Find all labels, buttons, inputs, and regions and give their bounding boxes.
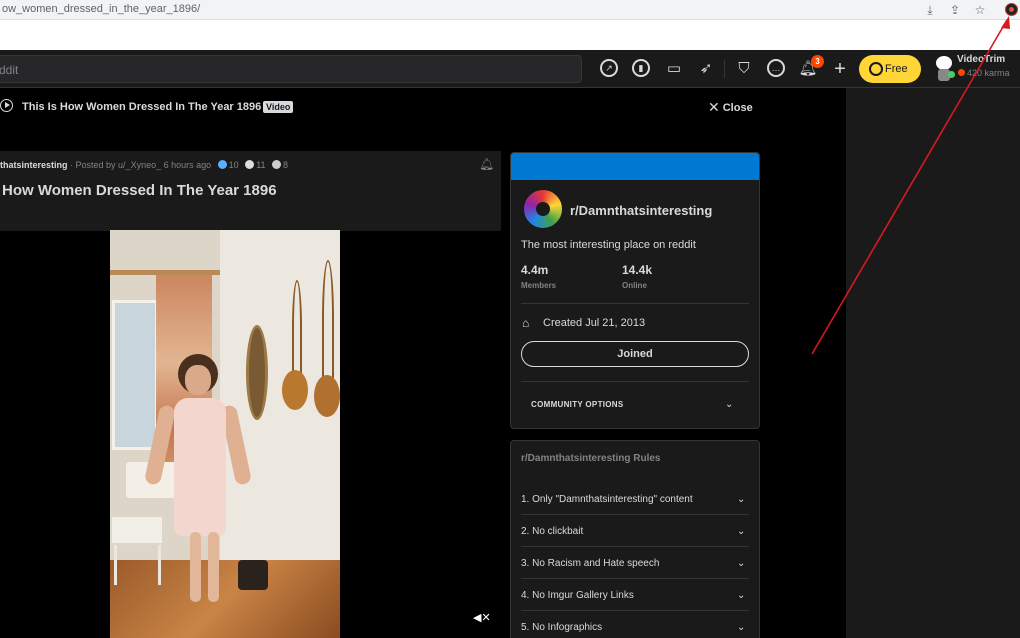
extension-icon[interactable] — [1005, 3, 1018, 16]
chevron-down-icon: ⌄ — [737, 558, 746, 569]
karma-text: 420 karma — [967, 68, 1010, 78]
members-label: Members — [521, 281, 557, 290]
right-gutter — [846, 88, 1020, 638]
frame-floor — [110, 560, 340, 638]
username[interactable]: VideoTrim — [957, 54, 1005, 65]
created-date: Created Jul 21, 2013 — [543, 317, 646, 329]
chevron-down-icon: ⌄ — [737, 590, 746, 601]
rule-text: 2. No clickbait — [521, 526, 584, 537]
award-count-1: 10 — [228, 160, 239, 170]
search-placeholder: ddit — [0, 63, 19, 77]
frame-mirror — [246, 325, 268, 420]
frame-chair-leg — [158, 545, 161, 585]
rule-text: 3. No Racism and Hate speech — [521, 558, 660, 569]
rule-text: 1. Only "Damnthatsinteresting" content — [521, 494, 693, 505]
plus-icon[interactable]: + — [830, 59, 850, 79]
post-bar-title: This Is How Women Dressed In The Year 18… — [22, 101, 262, 113]
post-author-time: · Posted by u/_Xyneo_ 6 hours ago — [70, 160, 212, 170]
close-label: Close — [722, 102, 753, 114]
frame-chair-leg — [114, 545, 117, 585]
post-title: How Women Dressed In The Year 1896 — [2, 182, 277, 199]
chat-icon[interactable]: … — [767, 59, 785, 77]
bookmark-star-icon[interactable]: ☆ — [972, 2, 988, 18]
header-divider — [724, 60, 725, 78]
video-tag: Video — [263, 101, 294, 113]
community-options[interactable]: COMMUNITY OPTIONS — [531, 400, 624, 409]
share-icon[interactable]: ⇪ — [947, 2, 963, 18]
award-icon — [272, 160, 282, 169]
screen: ow_women_dressed_in_the_year_1896/ ⤓ ⇪ ☆… — [0, 0, 1020, 638]
frame-chair — [110, 515, 164, 545]
chevron-down-icon: ⌄ — [737, 622, 746, 633]
community-description: The most interesting place on reddit — [521, 239, 696, 251]
karma-icon — [958, 69, 965, 76]
cake-icon: ⌂ — [522, 316, 530, 330]
award-icon — [217, 160, 227, 169]
premium-free-button[interactable]: Free — [859, 55, 921, 83]
award-count-3: 8 — [283, 160, 289, 170]
avatar-head — [936, 56, 952, 70]
frame-window — [112, 300, 158, 450]
rule-item[interactable]: 1. Only "Damnthatsinteresting" content ⌄ — [521, 483, 749, 515]
award-count-2: 11 — [256, 160, 266, 170]
joined-button[interactable]: Joined — [521, 341, 749, 367]
frame-bag-strap — [292, 280, 302, 375]
url-text[interactable]: ow_women_dressed_in_the_year_1896/ — [2, 3, 200, 15]
video-play-icon — [0, 99, 13, 112]
community-name[interactable]: r/Damnthatsinteresting — [570, 203, 712, 218]
frame-person-dress — [174, 398, 226, 536]
browser-url-bar[interactable]: ow_women_dressed_in_the_year_1896/ ⤓ ⇪ ☆ — [0, 0, 1020, 20]
award-icon — [245, 160, 255, 169]
community-card: r/Damnthatsinteresting The most interest… — [510, 152, 760, 429]
divider — [521, 303, 749, 304]
frame-bag-strap — [322, 260, 334, 378]
community-banner — [511, 153, 759, 180]
rule-text: 4. No Imgur Gallery Links — [521, 590, 634, 601]
mute-icon[interactable]: ◀✕ — [473, 611, 491, 625]
rule-item[interactable]: 2. No clickbait ⌄ — [521, 515, 749, 547]
chevron-down-icon: ⌄ — [737, 494, 746, 505]
rules-title: r/Damnthatsinteresting Rules — [521, 453, 661, 464]
notification-badge: 3 — [811, 55, 824, 68]
post-subreddit[interactable]: thatsinteresting — [0, 160, 68, 170]
online-indicator — [948, 71, 955, 78]
popular-icon[interactable]: ↗ — [600, 59, 618, 77]
rule-item[interactable]: 3. No Racism and Hate speech ⌄ — [521, 547, 749, 579]
rule-item[interactable]: 4. No Imgur Gallery Links ⌄ — [521, 579, 749, 611]
rocket-icon[interactable]: ➶ — [696, 59, 716, 79]
video-frame[interactable] — [110, 230, 340, 638]
install-icon[interactable]: ⤓ — [922, 2, 938, 18]
reddit-header: ddit ↗ ▮ ▭ ➶ ⛉ … 🔔︎ + Free — [0, 50, 1020, 88]
frame-bag — [282, 370, 308, 410]
post-meta: thatsinteresting · Posted by u/_Xyneo_ 6… — [0, 160, 288, 170]
online-label: Online — [622, 281, 647, 290]
rule-text: 5. No Infographics — [521, 622, 603, 633]
online-count: 14.4k — [622, 263, 653, 277]
bookmark-bar — [0, 20, 1020, 50]
divider — [521, 381, 749, 382]
shield-icon[interactable]: ⛉ — [734, 59, 754, 79]
rules-card: r/Damnthatsinteresting Rules 1. Only "Da… — [510, 440, 760, 638]
frame-person-leg — [190, 532, 201, 602]
search-input[interactable]: ddit — [0, 55, 582, 83]
free-label: Free — [885, 63, 908, 75]
follow-bell-icon[interactable]: 🔔︎ — [479, 157, 494, 171]
tv-icon[interactable]: ▭ — [664, 59, 684, 79]
frame-shoes — [238, 560, 268, 590]
frame-person-leg — [208, 532, 219, 602]
chevron-down-icon[interactable]: ⌄ — [725, 400, 735, 410]
chevron-down-icon: ⌄ — [737, 526, 746, 537]
karma-count: 420 karma — [958, 68, 1010, 78]
close-icon: ✕ — [708, 99, 720, 115]
close-button[interactable]: ✕ Close — [708, 99, 753, 116]
coin-icon — [869, 62, 883, 76]
frame-bag — [314, 375, 340, 417]
community-icon[interactable] — [521, 187, 565, 231]
members-count: 4.4m — [521, 263, 549, 277]
frame-person-head — [185, 365, 211, 395]
rule-item[interactable]: 5. No Infographics ⌄ — [521, 611, 749, 638]
stats-icon[interactable]: ▮ — [632, 59, 650, 77]
